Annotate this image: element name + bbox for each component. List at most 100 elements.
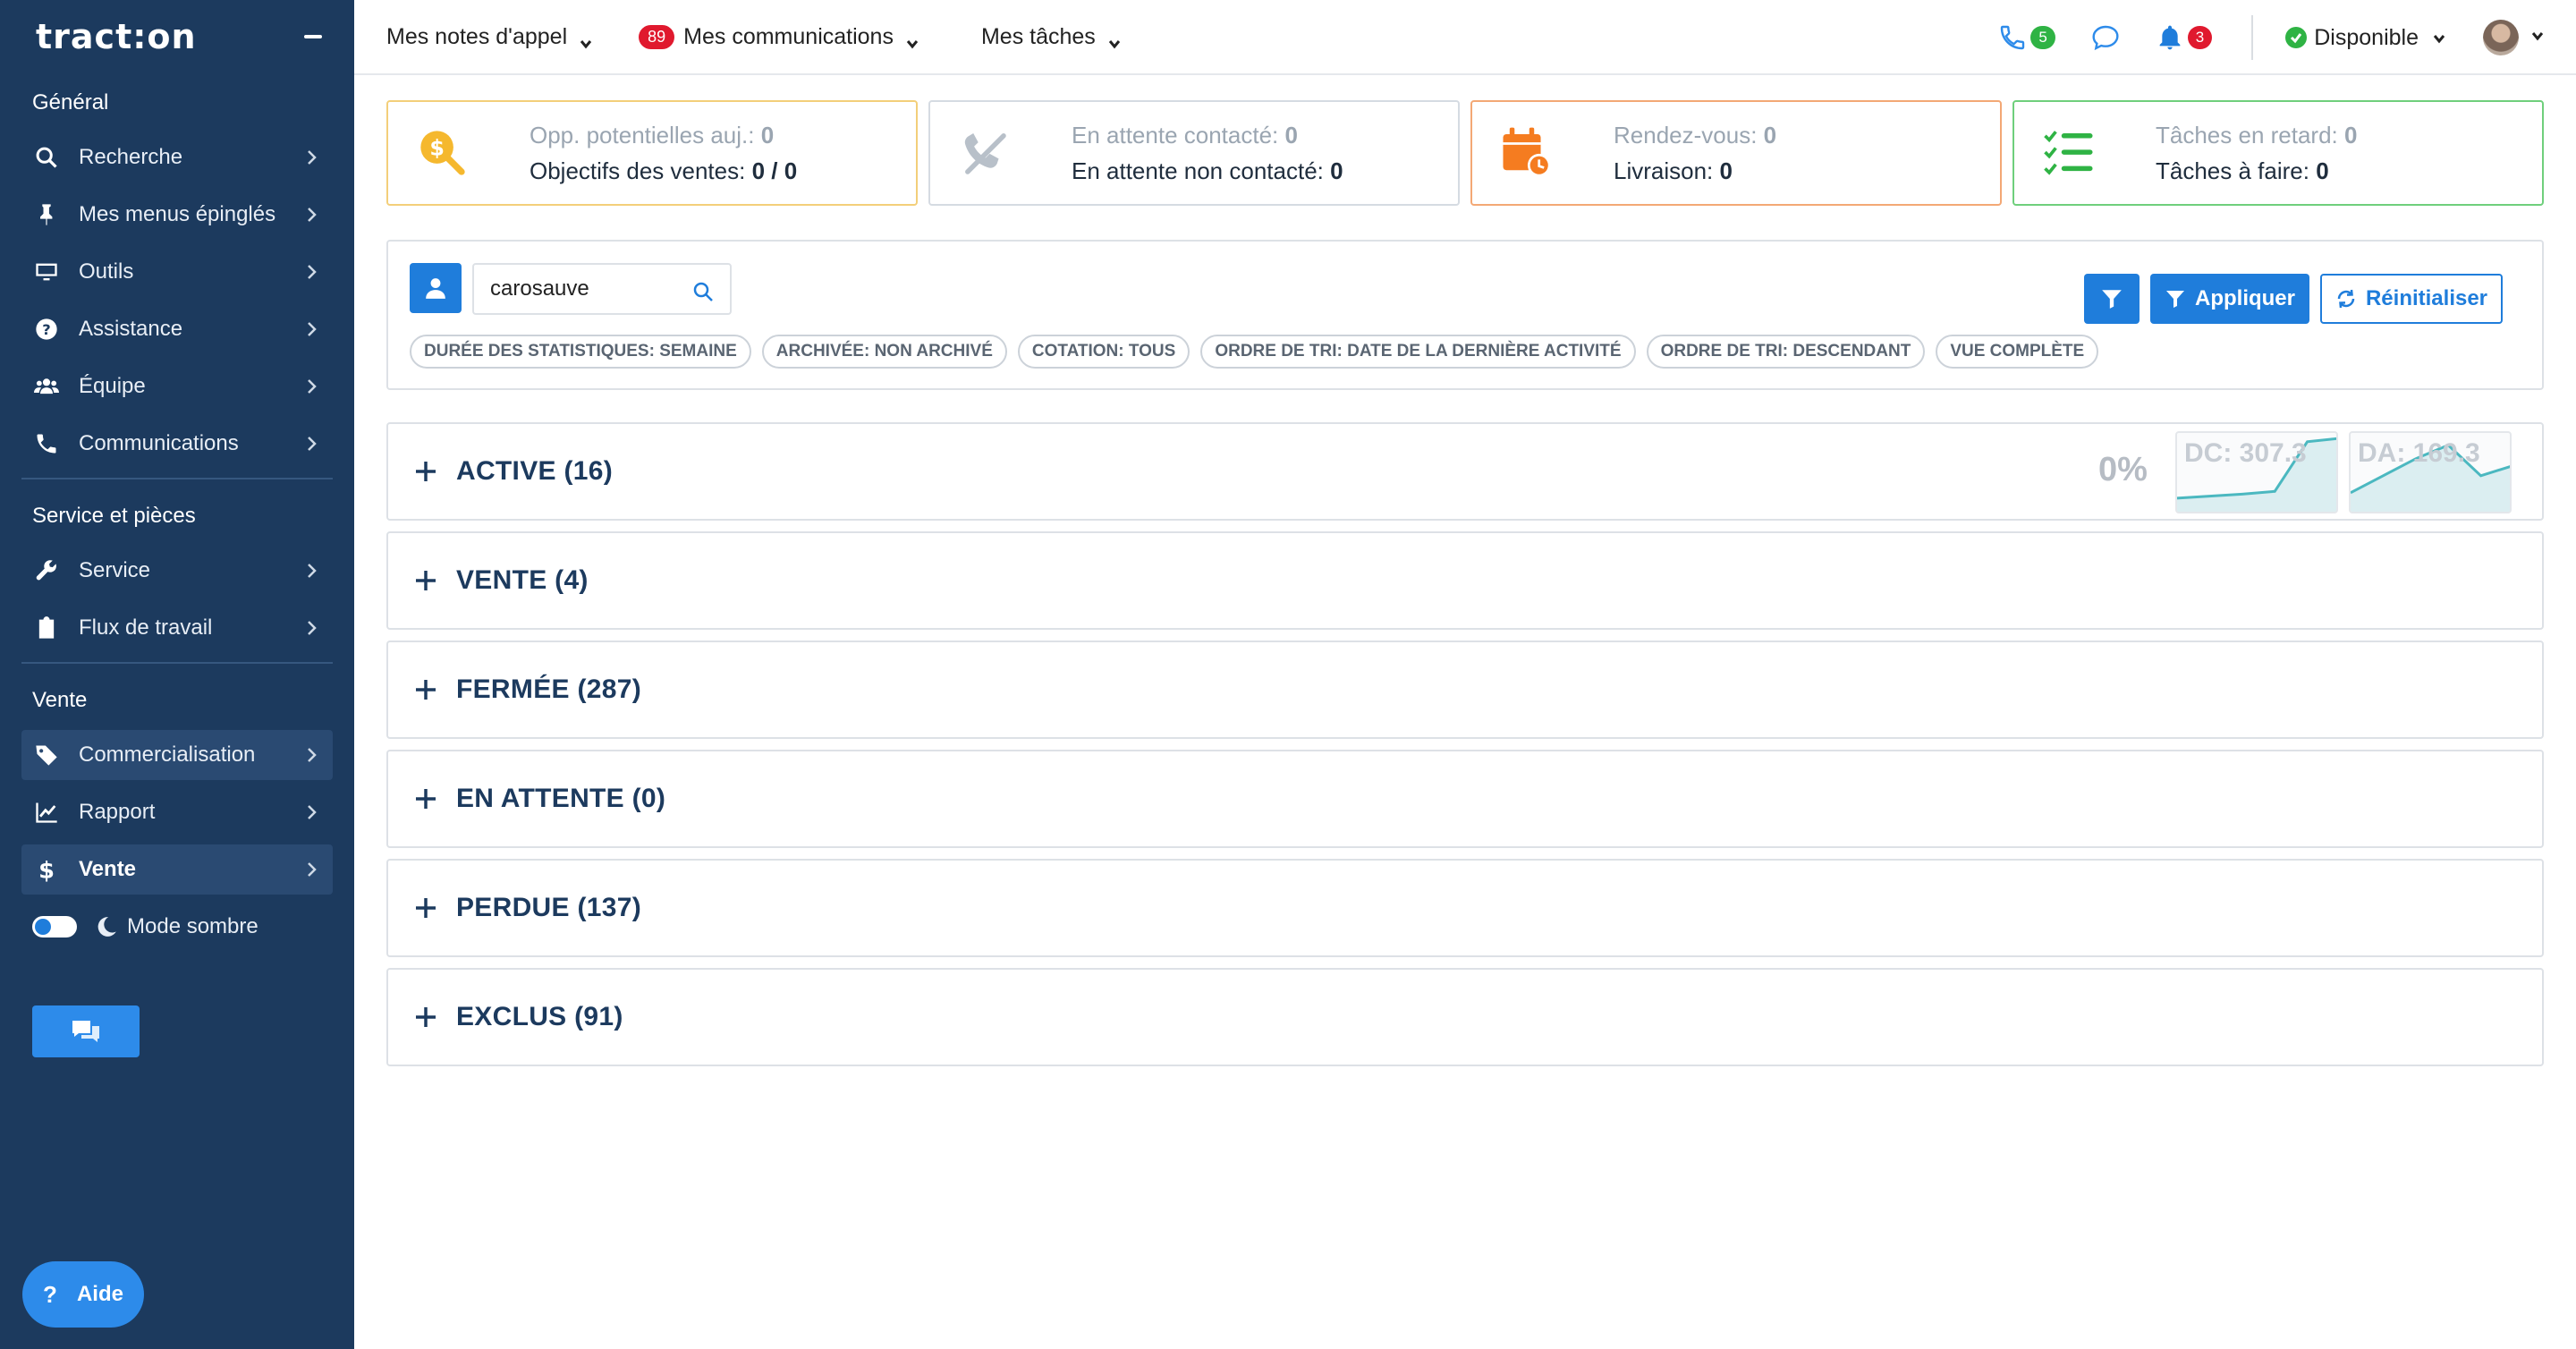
- sidebar-item-label: Outils: [79, 259, 134, 284]
- sidebar-item-label: Mes menus épinglés: [79, 202, 276, 226]
- sidebar-header: tract:on: [0, 0, 354, 73]
- plus-icon[interactable]: [413, 786, 438, 811]
- plus-icon[interactable]: [413, 1005, 438, 1030]
- availability-dropdown[interactable]: Disponible: [2285, 25, 2445, 51]
- topbar: Mes notes d'appel 89 Mes communications …: [354, 0, 2576, 75]
- plus-icon[interactable]: [413, 895, 438, 921]
- sidebar-item-label: Recherche: [79, 145, 183, 169]
- reset-label: Réinitialiser: [2365, 286, 2488, 310]
- kpi-value: 0: [2316, 157, 2329, 184]
- user-filter-button[interactable]: [410, 263, 462, 313]
- filter-tag[interactable]: DURÉE DES STATISTIQUES: SEMAINE: [410, 335, 751, 369]
- sidebar-item-rapport[interactable]: Rapport: [21, 787, 333, 837]
- kpi-card-pending[interactable]: En attente contacté: 0 En attente non co…: [928, 100, 1460, 206]
- filter-tag[interactable]: ORDRE DE TRI: DESCENDANT: [1646, 335, 1926, 369]
- stage-row-exclus[interactable]: EXCLUS (91): [386, 968, 2544, 1066]
- kpi-value: 0: [1284, 122, 1298, 148]
- kpi-card-appointments[interactable]: Rendez-vous: 0 Livraison: 0: [1470, 100, 2002, 206]
- chevron-right-icon: [301, 802, 322, 823]
- chart-line-icon: [32, 798, 61, 827]
- chevron-down-icon: [1108, 30, 1121, 49]
- availability-label: Disponible: [2314, 24, 2419, 50]
- stage-label: FERMÉE (287): [456, 674, 641, 704]
- dark-mode-label: Mode sombre: [127, 914, 258, 938]
- filter-tag[interactable]: ORDRE DE TRI: DATE DE LA DERNIÈRE ACTIVI…: [1200, 335, 1636, 369]
- sidebar-item-label: Communications: [79, 431, 239, 455]
- plus-icon[interactable]: [413, 459, 438, 484]
- calls-button[interactable]: 5: [1998, 23, 2055, 52]
- money-search-icon: $: [411, 122, 474, 184]
- calendar-clock-icon: [1496, 122, 1558, 184]
- dark-mode-toggle[interactable]: [32, 916, 77, 938]
- kpi-label: En attente contacté:: [1072, 122, 1279, 148]
- avatar[interactable]: [2483, 20, 2519, 55]
- sidebar-item-vente[interactable]: $ Vente: [21, 844, 333, 895]
- menu-communications[interactable]: 89 Mes communications: [639, 24, 919, 50]
- moon-icon: [97, 917, 116, 937]
- collapse-sidebar-icon[interactable]: [304, 35, 322, 38]
- sidebar-item-equipe[interactable]: Équipe: [21, 361, 333, 411]
- section-title-vente: Vente: [32, 688, 88, 712]
- sidebar-item-menus-epingles[interactable]: Mes menus épinglés: [21, 190, 333, 240]
- stage-row-active[interactable]: ACTIVE (16) 0% DC: 307.3 DA: 169.3: [386, 422, 2544, 521]
- chat-button[interactable]: [2091, 23, 2120, 52]
- filter-tag[interactable]: COTATION: TOUS: [1017, 335, 1191, 369]
- stage-row-en-attente[interactable]: EN ATTENTE (0): [386, 750, 2544, 848]
- sidebar-item-outils[interactable]: Outils: [21, 247, 333, 297]
- sidebar-item-label: Flux de travail: [79, 615, 213, 640]
- sidebar-item-service[interactable]: Service: [21, 546, 333, 596]
- kpi-value: 0: [1763, 122, 1777, 148]
- stage-row-vente[interactable]: VENTE (4): [386, 531, 2544, 630]
- phone-icon: [2001, 25, 2025, 50]
- apply-label: Appliquer: [2195, 286, 2295, 310]
- notifications-button[interactable]: 3: [2156, 23, 2213, 52]
- question-icon: ?: [32, 315, 61, 344]
- chat-icon: [2092, 25, 2119, 51]
- filter-tag[interactable]: ARCHIVÉE: NON ARCHIVÉ: [761, 335, 1007, 369]
- stage-label: ACTIVE (16): [456, 456, 613, 486]
- filter-tag[interactable]: VUE COMPLÈTE: [1936, 335, 2099, 369]
- sparkline-da-label: DA: 169.3: [2358, 438, 2480, 468]
- wrench-icon: [32, 556, 61, 585]
- search-input[interactable]: [490, 276, 669, 301]
- sidebar-item-communications[interactable]: Communications: [21, 419, 333, 469]
- chevron-down-icon[interactable]: [2531, 30, 2544, 47]
- sidebar-item-label: Vente: [79, 857, 137, 881]
- chat-button[interactable]: [32, 1005, 140, 1057]
- kpi-label: Livraison:: [1614, 157, 1714, 184]
- stage-row-perdue[interactable]: PERDUE (137): [386, 859, 2544, 957]
- filter-toggle-button[interactable]: [2084, 274, 2140, 324]
- menu-call-notes[interactable]: Mes notes d'appel: [386, 24, 592, 50]
- search-field[interactable]: [472, 263, 732, 315]
- plus-icon[interactable]: [413, 568, 438, 593]
- sidebar-item-recherche[interactable]: Recherche: [21, 132, 333, 182]
- sidebar-item-label: Assistance: [79, 317, 183, 341]
- sidebar-item-assistance[interactable]: ? Assistance: [21, 304, 333, 354]
- topbar-right: 5 3 Disponible: [1998, 0, 2576, 75]
- sparkline-da: DA: 169.3: [2349, 431, 2512, 513]
- pin-icon: [32, 200, 61, 229]
- search-icon[interactable]: [692, 281, 714, 302]
- menu-tasks[interactable]: Mes tâches: [981, 24, 1121, 50]
- monitor-icon: [32, 258, 61, 286]
- chevron-right-icon: [301, 261, 322, 283]
- dark-mode-row: Mode sombre: [0, 902, 354, 952]
- stage-row-fermee[interactable]: FERMÉE (287): [386, 641, 2544, 739]
- kpi-card-tasks[interactable]: Tâches en retard: 0 Tâches à faire: 0: [2012, 100, 2544, 206]
- reset-button[interactable]: Réinitialiser: [2320, 274, 2503, 324]
- sidebar-item-label: Service: [79, 558, 151, 582]
- plus-icon[interactable]: [413, 677, 438, 702]
- sidebar-item-commercialisation[interactable]: Commercialisation: [21, 730, 333, 780]
- chevron-right-icon: [301, 433, 322, 454]
- kpi-label: En attente non contacté:: [1072, 157, 1324, 184]
- kpi-value: 0: [760, 122, 775, 148]
- sidebar-item-flux-de-travail[interactable]: Flux de travail: [21, 603, 333, 653]
- chevron-down-icon: [2433, 25, 2445, 51]
- kpi-card-opportunities[interactable]: $ Opp. potentielles auj.: 0 Objectifs de…: [386, 100, 918, 206]
- tag-icon: [32, 741, 61, 769]
- apply-button[interactable]: Appliquer: [2150, 274, 2309, 324]
- kpi-value: 0: [1719, 157, 1733, 184]
- conversion-percent: 0%: [2098, 451, 2148, 488]
- sidebar-divider: [21, 662, 333, 664]
- help-button[interactable]: ? Aide: [22, 1261, 144, 1328]
